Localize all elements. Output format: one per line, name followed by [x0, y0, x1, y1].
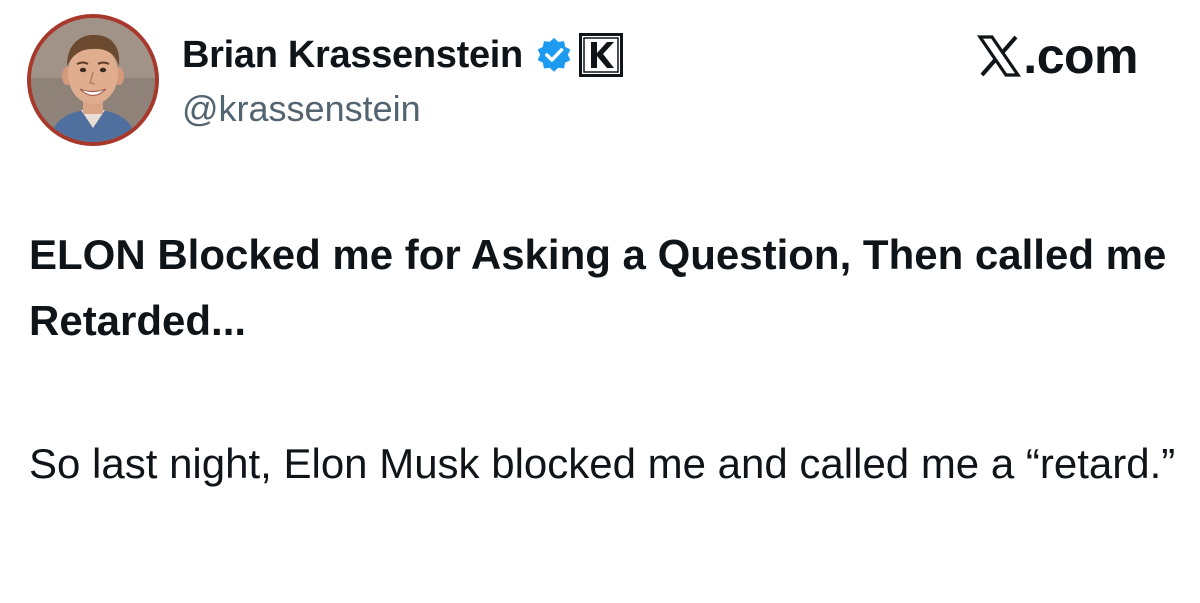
- avatar[interactable]: [27, 14, 159, 146]
- author-handle[interactable]: @krassenstein: [182, 88, 421, 130]
- verified-badge-icon: [535, 36, 573, 74]
- brand-domain-text: .com: [1023, 28, 1138, 84]
- post-headline: ELON Blocked me for Asking a Question, T…: [29, 231, 1167, 344]
- author-name-row: Brian Krassenstein: [182, 30, 623, 80]
- profile-photo: [31, 18, 155, 142]
- author-display-name[interactable]: Brian Krassenstein: [182, 34, 523, 77]
- post-body: So last night, Elon Musk blocked me and …: [29, 440, 1176, 487]
- tweet-card: Brian Krassenstein @krassenstein .com EL…: [0, 0, 1200, 603]
- brand-logo: .com: [977, 26, 1138, 86]
- x-logo-icon: [977, 34, 1022, 78]
- k-affiliation-icon[interactable]: [578, 33, 623, 77]
